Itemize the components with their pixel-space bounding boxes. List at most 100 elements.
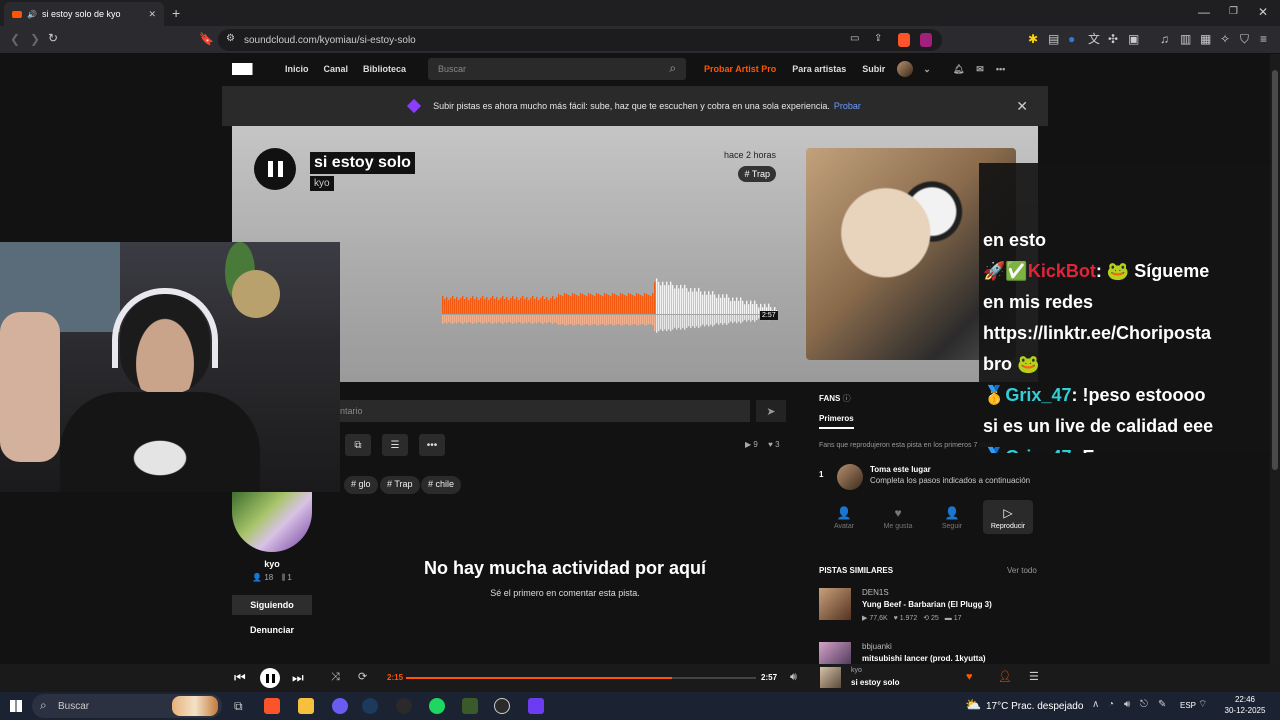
back-icon[interactable]: ❮ — [10, 33, 20, 45]
menu-icon[interactable]: ≡ — [1260, 33, 1267, 45]
track-user[interactable]: DEN1S — [862, 588, 889, 597]
extension-icon[interactable]: ▣ — [1128, 33, 1139, 45]
media-icon[interactable]: ♫ — [1160, 33, 1169, 45]
tag-glo[interactable]: # glo — [344, 476, 378, 494]
waveform[interactable] — [338, 276, 778, 346]
like-icon[interactable]: ♥ — [966, 672, 973, 683]
steam-app-icon[interactable] — [362, 698, 378, 714]
fan-action-play[interactable]: ▷ Reproducir — [983, 500, 1033, 534]
track-title[interactable]: mitsubishi lancer (prod. 1kyutta) — [862, 654, 986, 663]
clock-date[interactable]: 30-12-2025 — [1220, 706, 1270, 715]
track-thumbnail[interactable] — [819, 642, 851, 664]
banner-close-icon[interactable]: ✕ — [1016, 98, 1028, 115]
extension-icon[interactable]: ✱ — [1028, 33, 1038, 45]
search-icon[interactable]: ⌕ — [669, 61, 676, 76]
track-user[interactable]: bbjuanki — [862, 642, 892, 651]
fan-action-follow[interactable]: 👤 Seguir — [927, 500, 977, 534]
player-pause-button[interactable] — [260, 668, 280, 688]
discord-app-icon[interactable] — [332, 698, 348, 714]
brave-app-icon[interactable] — [264, 698, 280, 714]
sidebar-icon[interactable]: ▥ — [1180, 33, 1191, 45]
add-to-queue-button[interactable]: ☰ — [382, 434, 408, 456]
try-pro-link[interactable]: Probar Artist Pro — [704, 64, 776, 74]
restore-icon[interactable]: ❐ — [1229, 7, 1238, 17]
following-button[interactable]: Siguiendo — [232, 595, 312, 615]
for-artists-link[interactable]: Para artistas — [792, 64, 846, 74]
player-thumbnail[interactable] — [820, 667, 841, 688]
track-thumbnail[interactable] — [819, 588, 851, 620]
fan-action-like[interactable]: ♥ Me gusta — [873, 500, 923, 534]
clock-time[interactable]: 22:46 — [1220, 695, 1270, 704]
report-button[interactable]: Denunciar — [232, 625, 312, 635]
brave-rewards-icon[interactable] — [920, 33, 932, 47]
view-all-link[interactable]: Ver todo — [1007, 566, 1037, 575]
track-artist[interactable]: kyo — [310, 176, 334, 191]
more-icon[interactable]: ••• — [996, 64, 1005, 74]
follow-icon[interactable]: 👤︎ — [998, 672, 1012, 683]
network-icon[interactable]: ⎋ — [1140, 700, 1148, 710]
taskbar-search[interactable]: ⌕ Buscar — [32, 694, 222, 718]
extension-icon[interactable]: ● — [1068, 33, 1075, 45]
cast-icon[interactable]: ▭ — [850, 34, 859, 44]
wifi-icon[interactable]: ⌔ — [1198, 700, 1207, 710]
app-icon[interactable] — [462, 698, 478, 714]
player-title[interactable]: si estoy solo — [851, 678, 899, 687]
tag-trap[interactable]: # Trap — [380, 476, 420, 494]
task-view-icon[interactable]: ⧉ — [234, 700, 243, 712]
tray-chevron-icon[interactable]: ∧ — [1092, 700, 1099, 710]
speaker-icon[interactable]: 🔊 — [27, 10, 37, 19]
site-info-icon[interactable]: ⚙ — [226, 34, 235, 44]
banner-try-link[interactable]: Probar — [834, 101, 861, 111]
nav-home[interactable]: Inicio — [285, 64, 309, 74]
extension-icon[interactable]: ▤ — [1048, 33, 1059, 45]
nav-library[interactable]: Biblioteca — [363, 64, 406, 74]
minimize-icon[interactable]: — — [1198, 6, 1210, 18]
tray-icon[interactable]: ◔ — [1108, 700, 1114, 710]
previous-icon[interactable]: ⏮ — [234, 671, 246, 684]
scrollbar-thumb[interactable] — [1272, 70, 1278, 470]
forward-icon[interactable]: ❯ — [30, 33, 40, 45]
browser-tab[interactable]: 🔊 si estoy solo de kyo ✕ — [4, 2, 164, 26]
weather-text[interactable]: 17°C Prac. despejado — [986, 701, 1083, 712]
progress-bar[interactable] — [406, 677, 756, 679]
reload-icon[interactable]: ↻ — [48, 32, 58, 44]
volume-icon[interactable]: 🔊︎ — [1124, 700, 1130, 710]
vpn-icon[interactable]: ⛉ — [1240, 33, 1249, 45]
share-icon[interactable]: ⇪ — [874, 34, 882, 44]
url-field[interactable]: ⚙ soundcloud.com/kyomiau/si-estoy-solo ▭… — [218, 29, 942, 51]
copy-link-button[interactable]: ⧉ — [345, 434, 371, 456]
similar-track[interactable]: DEN1S Yung Beef - Barbarian (El Plugg 3)… — [819, 588, 1039, 628]
scrollbar[interactable] — [1270, 54, 1280, 664]
similar-track[interactable]: bbjuanki mitsubishi lancer (prod. 1kyutt… — [819, 642, 1039, 664]
more-actions-button[interactable]: ••• — [419, 434, 445, 456]
search-input[interactable]: Buscar ⌕ — [428, 58, 687, 80]
leo-ai-icon[interactable]: ✧ — [1220, 33, 1230, 45]
messages-icon[interactable]: ✉ — [976, 64, 984, 75]
repeat-icon[interactable]: ⟳ — [358, 672, 367, 683]
upload-link[interactable]: Subir — [862, 64, 885, 74]
extensions-puzzle-icon[interactable]: ✣ — [1108, 33, 1118, 45]
chevron-down-icon[interactable]: ⌄ — [923, 64, 931, 75]
close-icon[interactable]: ✕ — [1258, 6, 1268, 18]
fan-action-avatar[interactable]: 👤 Avatar — [819, 500, 869, 534]
language-indicator[interactable]: ESP — [1180, 701, 1196, 710]
translate-icon[interactable]: 文 — [1088, 33, 1100, 45]
obs-app-icon[interactable] — [396, 698, 412, 714]
app-icon[interactable] — [528, 698, 544, 714]
spotify-app-icon[interactable] — [429, 698, 445, 714]
notifications-icon[interactable]: 🔔︎ — [953, 64, 964, 75]
soundcloud-logo-icon[interactable] — [232, 63, 266, 75]
artist-name[interactable]: kyo — [232, 559, 312, 569]
volume-icon[interactable]: 🔊︎ — [790, 672, 797, 683]
artist-avatar[interactable] — [232, 490, 312, 552]
comment-input[interactable]: ntario — [340, 400, 750, 422]
windows-start-icon[interactable] — [10, 700, 22, 712]
shuffle-icon[interactable]: ⤨ — [331, 672, 340, 683]
track-title[interactable]: Yung Beef - Barbarian (El Plugg 3) — [862, 600, 992, 609]
bookmark-icon[interactable]: 🔖 — [199, 33, 214, 45]
tab-close-icon[interactable]: ✕ — [148, 9, 156, 20]
genre-tag[interactable]: # Trap — [738, 166, 776, 182]
wallet-icon[interactable]: ▦ — [1200, 33, 1211, 45]
player-artist[interactable]: kyo — [851, 667, 862, 674]
app-icon[interactable] — [494, 698, 510, 714]
